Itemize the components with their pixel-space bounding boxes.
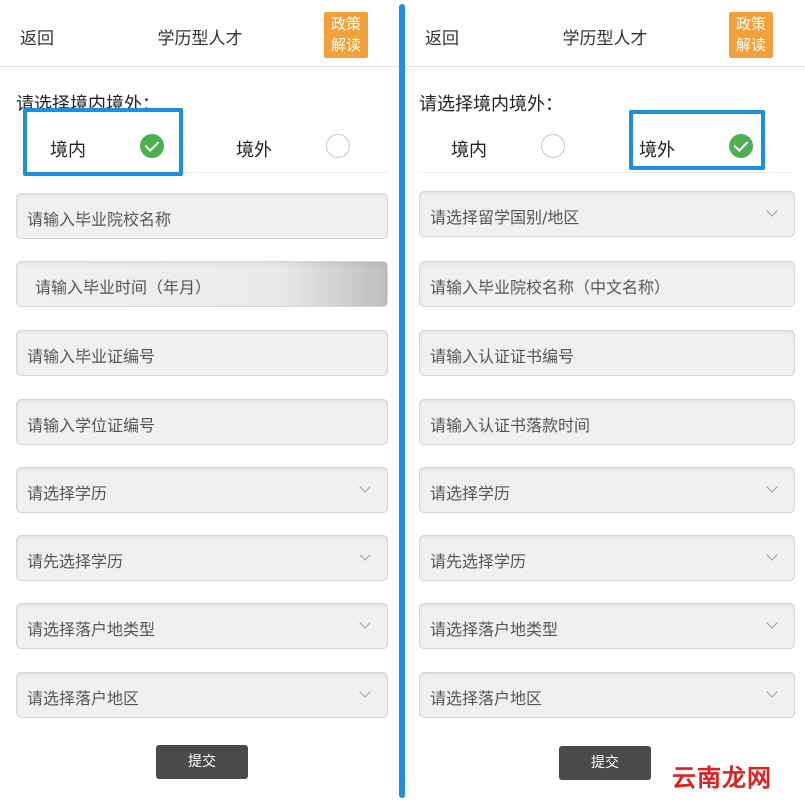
certificate-number-input[interactable]: 请输入认证证书编号 — [419, 330, 795, 376]
diploma-number-input[interactable]: 请输入毕业证编号 — [16, 330, 388, 376]
field-placeholder: 请选择学历 — [27, 484, 108, 503]
submit-button[interactable]: 提交 — [156, 745, 248, 779]
chevron-down-icon — [359, 617, 371, 629]
field-placeholder: 请选择留学国别/地区 — [430, 208, 580, 227]
certificate-date-input[interactable]: 请输入认证书落款时间 — [419, 399, 795, 445]
header: 返回 学历型人才 政策 解读 — [405, 0, 805, 67]
policy-label-line2: 解读 — [330, 36, 361, 54]
chevron-down-icon — [766, 617, 778, 629]
highlight-box — [629, 110, 765, 170]
education-select[interactable]: 请选择学历 — [16, 467, 388, 513]
field-placeholder: 请输入认证证书编号 — [430, 347, 575, 366]
school-name-cn-input[interactable]: 请输入毕业院校名称（中文名称） — [419, 261, 795, 307]
field-placeholder: 请选择落户地类型 — [27, 620, 156, 639]
policy-label-line1: 政策 — [735, 15, 766, 33]
graduation-date-input[interactable]: 请输入毕业时间（年月） — [16, 261, 388, 307]
settlement-region-select[interactable]: 请选择落户地区 — [16, 672, 388, 718]
sub-education-select[interactable]: 请先选择学历 — [16, 535, 388, 581]
school-name-input[interactable]: 请输入毕业院校名称 — [16, 193, 388, 239]
field-placeholder: 请选择落户地区 — [430, 689, 543, 708]
settlement-type-select[interactable]: 请选择落户地类型 — [419, 603, 795, 649]
chevron-down-icon — [766, 686, 778, 698]
chevron-down-icon — [359, 686, 371, 698]
education-select[interactable]: 请选择学历 — [419, 467, 795, 513]
sub-education-select[interactable]: 请先选择学历 — [419, 535, 795, 581]
chevron-down-icon — [359, 549, 371, 561]
settlement-type-select[interactable]: 请选择落户地类型 — [16, 603, 388, 649]
chevron-down-icon — [766, 549, 778, 561]
field-placeholder: 请输入毕业证编号 — [27, 347, 156, 366]
chevron-down-icon — [766, 481, 778, 493]
field-placeholder: 请输入毕业院校名称 — [27, 210, 172, 229]
highlight-box — [23, 108, 183, 176]
header: 返回 学历型人才 政策 解读 — [0, 0, 400, 67]
policy-label-line1: 政策 — [330, 15, 361, 33]
policy-interpretation-button[interactable]: 政策 解读 — [729, 12, 773, 58]
study-country-select[interactable]: 请选择留学国别/地区 — [419, 191, 795, 237]
panel-domestic: 返回 学历型人才 政策 解读 请选择境内境外： 境内 境外 请输入毕业院校名称 … — [0, 0, 400, 800]
field-placeholder: 请输入毕业院校名称（中文名称） — [430, 278, 671, 297]
settlement-region-select[interactable]: 请选择落户地区 — [419, 672, 795, 718]
degree-number-input[interactable]: 请输入学位证编号 — [16, 399, 388, 445]
field-placeholder: 请输入认证书落款时间 — [430, 416, 591, 435]
radio-label-overseas: 境外 — [236, 140, 272, 161]
region-prompt: 请选择境内境外： — [419, 94, 563, 115]
field-placeholder: 请选择落户地区 — [27, 689, 140, 708]
panel-overseas: 返回 学历型人才 政策 解读 请选择境内境外： 境内 境外 请选择留学国别/地区… — [405, 0, 805, 800]
watermark-logo: 云南龙网 — [672, 764, 772, 792]
radio-option-overseas[interactable]: 境外 — [222, 122, 382, 172]
policy-label-line2: 解读 — [735, 36, 766, 54]
submit-button[interactable]: 提交 — [559, 746, 651, 780]
field-placeholder: 请先选择学历 — [27, 552, 124, 571]
field-placeholder: 请选择落户地类型 — [430, 620, 559, 639]
field-placeholder: 请先选择学历 — [430, 552, 527, 571]
field-placeholder: 请选择学历 — [430, 484, 511, 503]
radio-option-domestic[interactable]: 境内 — [419, 122, 579, 172]
chevron-down-icon — [359, 481, 371, 493]
radio-unchecked-icon[interactable] — [326, 134, 350, 158]
policy-interpretation-button[interactable]: 政策 解读 — [324, 12, 368, 58]
chevron-down-icon — [766, 205, 778, 217]
field-placeholder: 请输入毕业时间（年月） — [35, 278, 212, 297]
radio-label-domestic: 境内 — [451, 140, 487, 161]
field-placeholder: 请输入学位证编号 — [27, 416, 156, 435]
radio-unchecked-icon[interactable] — [541, 134, 565, 158]
